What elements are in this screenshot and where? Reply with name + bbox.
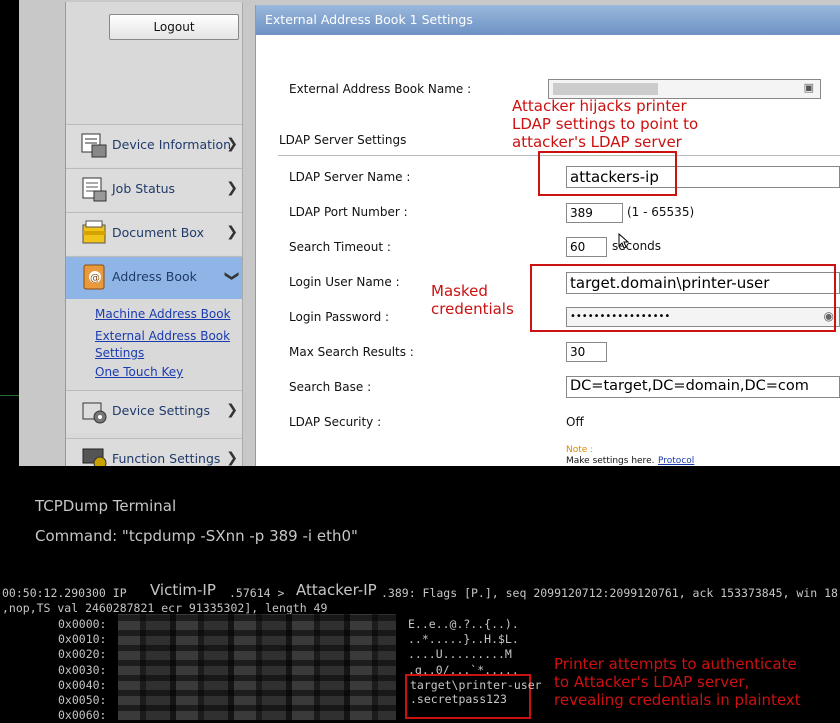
hijack-annotation: Attacker hijacks printer LDAP settings t… — [512, 97, 698, 151]
search-base-input[interactable]: DC=target,DC=domain,DC=com — [566, 376, 840, 398]
sublink-external-address-book-settings[interactable]: External Address Book Settings — [95, 328, 235, 362]
annotation-line: Masked — [431, 282, 488, 300]
port-label: LDAP Port Number : — [289, 205, 408, 219]
chevron-right-icon: ❯ — [226, 402, 238, 418]
sidebar-item-label: Device Information — [112, 137, 232, 152]
logout-button[interactable]: Logout — [109, 14, 239, 40]
max-results-input[interactable]: 30 — [566, 342, 607, 362]
sidebar-item-function-settings[interactable]: Function Settings ❯ — [66, 438, 242, 466]
login-password-label: Login Password : — [289, 310, 390, 324]
chevron-down-icon: ❯ — [224, 270, 241, 282]
function-settings-icon — [82, 448, 107, 466]
packet-timestamp: 00:50:12.290300 IP — [2, 586, 127, 600]
blurred-hex-dump — [118, 614, 396, 720]
background-strip — [0, 0, 19, 466]
annotation-line: LDAP settings to point to — [512, 115, 699, 133]
timeout-input[interactable]: 60 — [566, 237, 607, 257]
plaintext-credentials: target\printer-user .secretpass123 — [410, 678, 542, 706]
document-box-icon — [82, 220, 106, 244]
credentials-highlight — [530, 264, 836, 332]
sidebar-item-label: Device Settings — [112, 403, 210, 418]
note-text: Make settings here. — [566, 456, 655, 466]
hex-offset: 0x0020: — [58, 647, 107, 662]
login-user-label: Login User Name : — [289, 275, 400, 289]
address-book-name-field[interactable]: ▣ — [548, 79, 821, 99]
attacker-ip-label: Attacker-IP — [296, 581, 377, 599]
printer-web-ui: Logout Device Information ❯ Job Status ❯… — [19, 0, 840, 466]
device-info-icon — [81, 133, 107, 158]
hex-offset: 0x0050: — [58, 693, 107, 708]
sidebar-item-document-box[interactable]: Document Box ❯ — [66, 212, 242, 255]
address-book-icon: @ — [83, 264, 105, 290]
packet-options-line: ,nop,TS val 2460287821 ecr 91335302], le… — [2, 601, 328, 615]
sublink-machine-address-book[interactable]: Machine Address Book — [95, 306, 231, 323]
packet-flags: .389: Flags [P.], seq 2099120712:2099120… — [381, 586, 838, 600]
credential-password: .secretpass123 — [410, 692, 507, 706]
ascii-line: ....U.........M — [408, 647, 512, 662]
sidebar-item-label: Document Box — [112, 225, 204, 240]
search-base-label: Search Base : — [289, 380, 372, 394]
sidebar-item-device-settings[interactable]: Device Settings ❯ — [66, 390, 242, 433]
svg-text:@: @ — [90, 273, 100, 284]
protocol-link[interactable]: Protocol — [658, 456, 694, 466]
ascii-line: ..*.....}..H.$L. — [408, 632, 519, 647]
blurred-value — [553, 83, 658, 95]
plaintext-annotation: Printer attempts to authenticate to Atta… — [554, 655, 801, 709]
credential-user: target\printer-user — [410, 678, 542, 692]
security-label: LDAP Security : — [289, 415, 382, 429]
chevron-right-icon: ❯ — [226, 180, 238, 196]
hex-blur-rows — [118, 614, 396, 720]
timeout-label: Search Timeout : — [289, 240, 391, 254]
security-value: Off — [566, 415, 584, 429]
device-settings-icon — [82, 402, 107, 424]
job-status-icon — [82, 177, 107, 202]
ascii-dump: E..e..@.?..{..). ..*.....}..H.$L. ....U...… — [408, 617, 519, 678]
sidebar-item-job-status[interactable]: Job Status ❯ — [66, 168, 242, 211]
annotation-line: credentials — [431, 300, 514, 318]
masked-annotation: Masked credentials — [431, 282, 514, 318]
annotation-line: Printer attempts to authenticate — [554, 655, 797, 673]
hex-offset: 0x0030: — [58, 662, 107, 677]
sidebar-item-label: Job Status — [112, 181, 176, 196]
annotation-line: revealing credentials in plaintext — [554, 691, 801, 709]
terminal-title: TCPDump Terminal — [35, 497, 177, 515]
sidebar-item-address-book[interactable]: @ Address Book ❯ — [66, 256, 242, 299]
chevron-right-icon: ❯ — [226, 224, 238, 240]
victim-ip-label: Victim-IP — [150, 581, 216, 599]
chevron-right-icon: ❯ — [226, 450, 238, 466]
server-name-label: LDAP Server Name : — [289, 170, 411, 184]
ldap-section-heading: LDAP Server Settings — [279, 133, 407, 147]
keyboard-icon: ▣ — [803, 81, 814, 94]
sidebar-item-label: Function Settings — [112, 451, 221, 466]
packet-src-port: .57614 > — [229, 586, 285, 600]
chevron-right-icon: ❯ — [226, 136, 238, 152]
annotation-line: attacker's LDAP server — [512, 133, 682, 151]
settings-panel: External Address Book 1 Settings Externa… — [255, 5, 840, 466]
ascii-line: E..e..@.?..{..). — [408, 617, 519, 631]
sidebar-item-label: Address Book — [112, 269, 197, 284]
note-label: Note : — [566, 445, 594, 455]
hex-offset: 0x0000: — [58, 617, 107, 631]
annotation-line: Attacker hijacks printer — [512, 97, 687, 115]
server-name-highlight — [538, 151, 677, 196]
mouse-cursor-icon — [618, 233, 630, 249]
hex-offset: 0x0040: — [58, 677, 107, 692]
panel-title: External Address Book 1 Settings — [256, 5, 840, 35]
port-input[interactable]: 389 — [566, 203, 623, 223]
max-results-label: Max Search Results : — [289, 345, 414, 359]
port-range: (1 - 65535) — [627, 205, 695, 219]
annotation-line: to Attacker's LDAP server, — [554, 673, 750, 691]
packet-header-line: 00:50:12.290300 IP — [2, 586, 127, 600]
hex-offset: 0x0010: — [58, 632, 107, 647]
sublink-one-touch-key[interactable]: One Touch Key — [95, 364, 183, 381]
hex-offsets: 0x0000: 0x0010: 0x0020: 0x0030: 0x0040: 0x005… — [58, 617, 106, 723]
terminal-command: Command: "tcpdump -SXnn -p 389 -i eth0" — [35, 527, 358, 545]
sidebar: Logout Device Information ❯ Job Status ❯… — [65, 2, 243, 466]
hex-offset: 0x0060: — [58, 708, 107, 723]
sidebar-item-device-information[interactable]: Device Information ❯ — [66, 124, 242, 167]
address-book-name-label: External Address Book Name : — [289, 82, 472, 96]
